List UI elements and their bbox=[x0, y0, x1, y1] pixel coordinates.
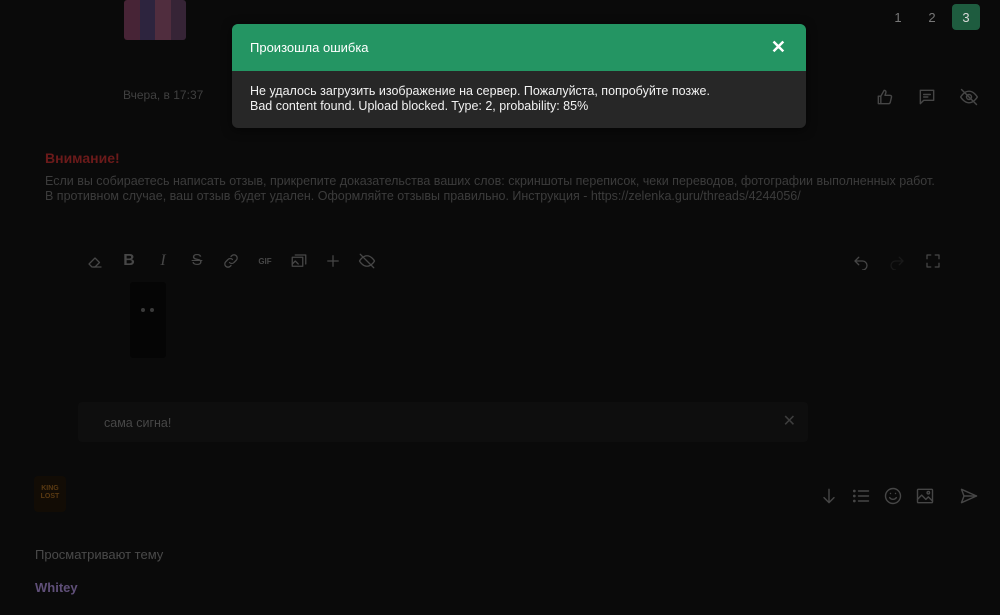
warning-line-2: В противном случае, ваш отзыв будет удал… bbox=[45, 189, 801, 203]
attached-image[interactable] bbox=[130, 282, 166, 358]
quote-text: сама сигна! bbox=[104, 416, 172, 430]
avatar-logo-text: KING LOST bbox=[40, 485, 60, 500]
list-icon[interactable] bbox=[850, 485, 872, 507]
send-icon[interactable] bbox=[958, 485, 980, 507]
message-line-2: Bad content found. Upload blocked. Type:… bbox=[250, 99, 589, 113]
bold-icon[interactable]: B bbox=[118, 250, 140, 272]
notification-message: Не удалось загрузить изображение на серв… bbox=[250, 84, 710, 114]
plus-icon[interactable] bbox=[322, 250, 344, 272]
warning-line-1: Если вы собираетесь написать отзыв, прик… bbox=[45, 174, 935, 188]
italic-icon[interactable]: I bbox=[152, 250, 174, 272]
undo-icon[interactable] bbox=[850, 250, 872, 272]
viewer-username[interactable]: Whitey bbox=[35, 580, 78, 595]
arrow-down-icon[interactable] bbox=[818, 485, 840, 507]
post-timestamp[interactable]: Вчера, в 17:37 bbox=[123, 88, 203, 102]
quote-close-icon[interactable]: ✕ bbox=[783, 411, 796, 431]
link-icon[interactable] bbox=[220, 250, 242, 272]
avatar[interactable]: KING LOST bbox=[34, 476, 66, 512]
page-3-button[interactable]: 3 bbox=[952, 4, 980, 30]
editor-toolbar: B I S GIF bbox=[84, 250, 378, 272]
redo-icon[interactable] bbox=[886, 250, 908, 272]
page-2-button[interactable]: 2 bbox=[918, 4, 946, 30]
hide-content-icon[interactable] bbox=[356, 250, 378, 272]
post-actions bbox=[874, 86, 980, 108]
post-image-thumbnail[interactable] bbox=[124, 0, 186, 40]
page-1-button[interactable]: 1 bbox=[884, 4, 912, 30]
comment-icon[interactable] bbox=[916, 86, 938, 108]
image-upload-icon[interactable] bbox=[914, 485, 936, 507]
image-gallery-icon[interactable] bbox=[288, 250, 310, 272]
quoted-reply: сама сигна! ✕ bbox=[78, 402, 808, 442]
editor-toolbar-right bbox=[850, 250, 944, 272]
emoji-icon[interactable] bbox=[882, 485, 904, 507]
close-icon[interactable]: ✕ bbox=[771, 37, 786, 58]
hide-icon[interactable] bbox=[958, 86, 980, 108]
notification-title: Произошла ошибка bbox=[250, 40, 369, 55]
gif-icon[interactable]: GIF bbox=[254, 250, 276, 272]
like-icon[interactable] bbox=[874, 86, 896, 108]
warning-text: Если вы собираетесь написать отзыв, прик… bbox=[45, 174, 965, 204]
viewing-label: Просматривают тему bbox=[35, 547, 164, 562]
fullscreen-icon[interactable] bbox=[922, 250, 944, 272]
warning-title: Внимание! bbox=[45, 150, 120, 166]
composer-actions bbox=[818, 485, 980, 507]
eraser-icon[interactable] bbox=[84, 250, 106, 272]
notification-header: Произошла ошибка ✕ bbox=[232, 24, 806, 71]
strikethrough-icon[interactable]: S bbox=[186, 250, 208, 272]
pagination: 1 2 3 bbox=[884, 4, 980, 30]
message-line-1: Не удалось загрузить изображение на серв… bbox=[250, 84, 710, 98]
error-notification: Произошла ошибка ✕ Не удалось загрузить … bbox=[232, 24, 806, 128]
